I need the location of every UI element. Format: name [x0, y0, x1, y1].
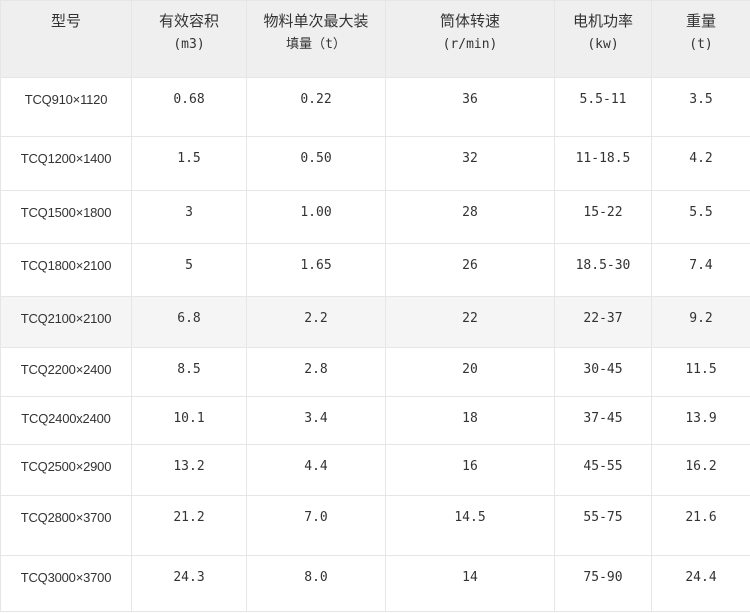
table-row: TCQ1200×1400 1.5 0.50 32 11-18.5 4.2 — [0, 136, 750, 191]
header-power: 电机功率 (kw) — [554, 0, 652, 78]
cell-load: 3.4 — [246, 396, 386, 445]
cell-load: 4.4 — [246, 444, 386, 496]
header-weight: 重量 (t) — [651, 0, 750, 78]
header-model-label: 型号 — [50, 12, 81, 30]
header-power-unit: (kw) — [587, 37, 619, 52]
cell-speed: 36 — [385, 77, 555, 137]
cell-load: 1.65 — [246, 243, 386, 297]
table-row: TCQ910×1120 0.68 0.22 36 5.5-11 3.5 — [0, 77, 750, 137]
table-row: TCQ2100×2100 6.8 2.2 22 22-37 9.2 — [0, 296, 750, 348]
header-weight-unit: (t) — [689, 37, 713, 52]
header-volume-label: 有效容积 — [158, 12, 219, 30]
header-model: 型号 — [0, 0, 132, 78]
cell-power: 55-75 — [554, 495, 652, 556]
cell-power: 30-45 — [554, 347, 652, 397]
header-speed: 筒体转速 (r/min) — [385, 0, 555, 78]
cell-volume: 5 — [131, 243, 247, 297]
cell-weight: 5.5 — [651, 190, 750, 244]
cell-power: 11-18.5 — [554, 136, 652, 191]
header-load: 物料单次最大装 填量（t） — [246, 0, 386, 78]
cell-load: 7.0 — [246, 495, 386, 556]
table-row: TCQ1500×1800 3 1.00 28 15-22 5.5 — [0, 190, 750, 244]
cell-load: 1.00 — [246, 190, 386, 244]
cell-power: 15-22 — [554, 190, 652, 244]
cell-model: TCQ2100×2100 — [0, 296, 132, 348]
header-power-label: 电机功率 — [572, 12, 633, 30]
cell-power: 75-90 — [554, 555, 652, 612]
header-weight-label: 重量 — [685, 12, 716, 30]
cell-weight: 21.6 — [651, 495, 750, 556]
header-load-label: 物料单次最大装 — [263, 12, 369, 30]
cell-speed: 28 — [385, 190, 555, 244]
cell-volume: 10.1 — [131, 396, 247, 445]
cell-weight: 13.9 — [651, 396, 750, 445]
cell-weight: 24.4 — [651, 555, 750, 612]
cell-power: 18.5-30 — [554, 243, 652, 297]
cell-weight: 3.5 — [651, 77, 750, 137]
cell-volume: 13.2 — [131, 444, 247, 496]
cell-volume: 24.3 — [131, 555, 247, 612]
cell-load: 2.8 — [246, 347, 386, 397]
header-volume-unit: (m3) — [173, 37, 205, 52]
table-row: TCQ2500×2900 13.2 4.4 16 45-55 16.2 — [0, 444, 750, 496]
cell-power: 22-37 — [554, 296, 652, 348]
cell-volume: 21.2 — [131, 495, 247, 556]
cell-volume: 0.68 — [131, 77, 247, 137]
cell-volume: 1.5 — [131, 136, 247, 191]
cell-load: 0.50 — [246, 136, 386, 191]
cell-speed: 22 — [385, 296, 555, 348]
table-row: TCQ2400x2400 10.1 3.4 18 37-45 13.9 — [0, 396, 750, 445]
header-speed-label: 筒体转速 — [439, 12, 500, 30]
cell-weight: 4.2 — [651, 136, 750, 191]
cell-weight: 9.2 — [651, 296, 750, 348]
cell-weight: 7.4 — [651, 243, 750, 297]
cell-model: TCQ3000×3700 — [0, 555, 132, 612]
cell-power: 5.5-11 — [554, 77, 652, 137]
cell-speed: 14.5 — [385, 495, 555, 556]
table-row: TCQ1800×2100 5 1.65 26 18.5-30 7.4 — [0, 243, 750, 297]
cell-load: 8.0 — [246, 555, 386, 612]
cell-speed: 32 — [385, 136, 555, 191]
cell-power: 45-55 — [554, 444, 652, 496]
cell-power: 37-45 — [554, 396, 652, 445]
table-row: TCQ2800×3700 21.2 7.0 14.5 55-75 21.6 — [0, 495, 750, 556]
header-speed-unit: (r/min) — [442, 37, 498, 52]
cell-weight: 16.2 — [651, 444, 750, 496]
cell-model: TCQ910×1120 — [0, 77, 132, 137]
header-load-unit: 填量（t） — [286, 37, 346, 52]
cell-speed: 26 — [385, 243, 555, 297]
table-row: TCQ2200×2400 8.5 2.8 20 30-45 11.5 — [0, 347, 750, 397]
cell-load: 2.2 — [246, 296, 386, 348]
cell-model: TCQ1200×1400 — [0, 136, 132, 191]
cell-speed: 18 — [385, 396, 555, 445]
cell-speed: 16 — [385, 444, 555, 496]
cell-model: TCQ2200×2400 — [0, 347, 132, 397]
spec-table: 型号 有效容积 (m3) 物料单次最大装 填量（t） 筒体转速 (r/min) … — [0, 0, 750, 612]
cell-model: TCQ2800×3700 — [0, 495, 132, 556]
table-row: TCQ3000×3700 24.3 8.0 14 75-90 24.4 — [0, 555, 750, 612]
cell-load: 0.22 — [246, 77, 386, 137]
cell-model: TCQ2500×2900 — [0, 444, 132, 496]
cell-model: TCQ1500×1800 — [0, 190, 132, 244]
header-volume: 有效容积 (m3) — [131, 0, 247, 78]
cell-speed: 14 — [385, 555, 555, 612]
cell-volume: 3 — [131, 190, 247, 244]
cell-model: TCQ2400x2400 — [0, 396, 132, 445]
cell-speed: 20 — [385, 347, 555, 397]
header-row: 型号 有效容积 (m3) 物料单次最大装 填量（t） 筒体转速 (r/min) … — [0, 0, 750, 78]
cell-model: TCQ1800×2100 — [0, 243, 132, 297]
cell-volume: 8.5 — [131, 347, 247, 397]
cell-volume: 6.8 — [131, 296, 247, 348]
cell-weight: 11.5 — [651, 347, 750, 397]
